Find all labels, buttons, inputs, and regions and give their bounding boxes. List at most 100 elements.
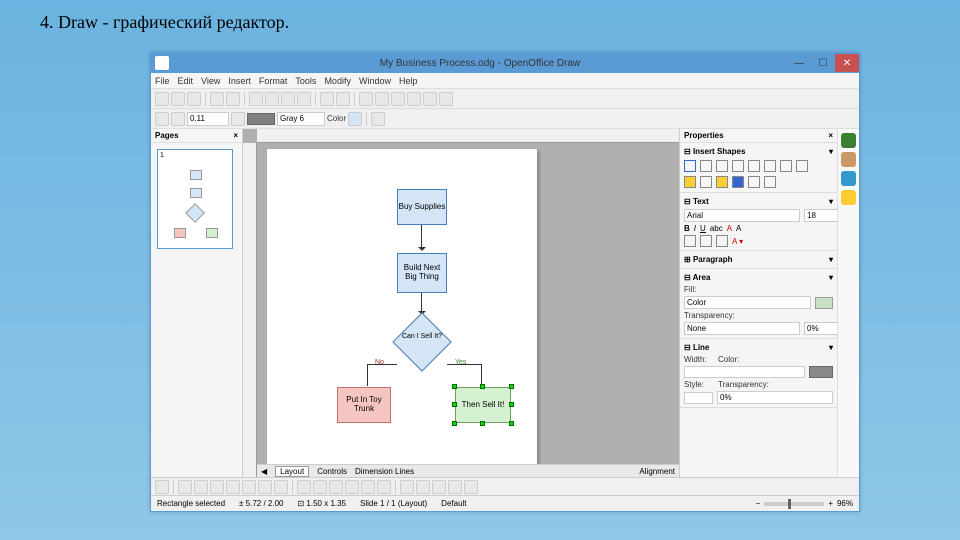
connector[interactable] — [421, 293, 422, 313]
table-icon[interactable] — [391, 92, 405, 106]
connector[interactable] — [481, 364, 482, 386]
connector[interactable] — [367, 364, 368, 386]
section-line[interactable]: Line — [693, 343, 709, 352]
area-color-icon[interactable] — [348, 112, 362, 126]
chart-icon[interactable] — [359, 92, 373, 106]
section-toggle-icon[interactable]: ▾ — [829, 255, 833, 264]
basic-shapes-icon[interactable] — [796, 160, 808, 172]
section-toggle-icon[interactable]: ▾ — [829, 197, 833, 206]
glue-tool-icon[interactable] — [416, 480, 430, 494]
callout-tool-icon[interactable] — [361, 480, 375, 494]
styles-tab-icon[interactable] — [841, 190, 856, 205]
font-effect-icon[interactable]: A ▾ — [732, 237, 743, 246]
line-color-swatch[interactable] — [809, 366, 833, 378]
menu-insert[interactable]: Insert — [228, 76, 251, 86]
hyperlink-icon[interactable] — [375, 92, 389, 106]
text-tool-icon[interactable] — [748, 160, 760, 172]
props-close-icon[interactable]: × — [828, 131, 833, 140]
shadow-icon[interactable] — [371, 112, 385, 126]
zoom-icon[interactable] — [423, 92, 437, 106]
pages-close-icon[interactable]: × — [233, 131, 238, 140]
navigator-icon[interactable] — [407, 92, 421, 106]
connector-tool-icon[interactable] — [274, 480, 288, 494]
flow-box-build[interactable]: Build Next Big Thing — [397, 253, 447, 293]
navigator-tab-icon[interactable] — [841, 171, 856, 186]
text-tool-icon[interactable] — [242, 480, 256, 494]
flow-decision[interactable] — [392, 312, 451, 371]
transparency-type-select[interactable] — [684, 322, 800, 335]
flowchart-shapes-icon[interactable] — [732, 176, 744, 188]
line-color-icon[interactable] — [231, 112, 245, 126]
maximize-button[interactable]: ☐ — [811, 54, 835, 72]
section-insert-shapes[interactable]: Insert Shapes — [693, 147, 745, 156]
bold-button[interactable]: B — [684, 224, 690, 233]
symbol-shapes-icon[interactable] — [684, 176, 696, 188]
points-tool-icon[interactable] — [400, 480, 414, 494]
tab-layout[interactable]: Layout — [275, 466, 309, 477]
menu-window[interactable]: Window — [359, 76, 391, 86]
menu-file[interactable]: File — [155, 76, 170, 86]
star-shapes-icon[interactable] — [716, 176, 728, 188]
extrusion-icon[interactable] — [464, 480, 478, 494]
block-arrows-icon[interactable] — [700, 176, 712, 188]
line-style-select[interactable] — [684, 392, 713, 404]
selection-handle[interactable] — [480, 421, 485, 426]
new-icon[interactable] — [155, 92, 169, 106]
selection-handle[interactable] — [452, 384, 457, 389]
arrow-tool-icon[interactable] — [700, 160, 712, 172]
connector[interactable] — [421, 225, 422, 249]
fill-type-select[interactable] — [684, 296, 811, 309]
curve-tool-icon[interactable] — [258, 480, 272, 494]
rect-tool-icon[interactable] — [716, 160, 728, 172]
tab-dimension[interactable]: Dimension Lines — [355, 467, 414, 476]
copy-icon[interactable] — [265, 92, 279, 106]
section-toggle-icon[interactable]: ▾ — [829, 343, 833, 352]
subscript-icon[interactable] — [700, 235, 712, 247]
flow-box-toytrunk[interactable]: Put In Toy Trunk — [337, 387, 391, 423]
tab-prev-icon[interactable]: ◀ — [261, 467, 267, 476]
minimize-button[interactable]: — — [787, 54, 811, 72]
star-tool-icon[interactable] — [377, 480, 391, 494]
connector[interactable] — [447, 364, 481, 365]
area-style-select[interactable] — [277, 112, 325, 126]
redo-icon[interactable] — [336, 92, 350, 106]
line-transparency-input[interactable] — [717, 391, 833, 404]
undo-icon[interactable] — [320, 92, 334, 106]
rectangle-tool-icon[interactable] — [210, 480, 224, 494]
flowchart-tool-icon[interactable] — [345, 480, 359, 494]
zoom-out-button[interactable]: − — [756, 499, 761, 508]
fill-color-swatch[interactable] — [247, 113, 275, 125]
callout-shapes-icon[interactable] — [748, 176, 760, 188]
arrow-style-icon[interactable] — [155, 112, 169, 126]
page-thumbnail[interactable]: 1 — [157, 149, 233, 249]
section-area[interactable]: Area — [693, 273, 711, 282]
selection-handle[interactable] — [480, 384, 485, 389]
section-toggle-icon[interactable]: ▾ — [829, 273, 833, 282]
3d-shapes-icon[interactable] — [764, 176, 776, 188]
font-size-input[interactable] — [804, 209, 837, 222]
ellipse-tool-icon[interactable] — [732, 160, 744, 172]
font-color-icon[interactable]: A — [727, 224, 732, 233]
paste-icon[interactable] — [281, 92, 295, 106]
transparency-value-input[interactable] — [804, 322, 837, 335]
canvas-area[interactable]: Buy Supplies Build Next Big Thing Can I … — [243, 129, 679, 477]
selection-handle[interactable] — [509, 384, 514, 389]
help-icon[interactable] — [439, 92, 453, 106]
italic-button[interactable]: I — [694, 224, 696, 233]
basic-shapes-tool-icon[interactable] — [297, 480, 311, 494]
zoom-in-button[interactable]: + — [828, 499, 833, 508]
format-paint-icon[interactable] — [297, 92, 311, 106]
superscript-icon[interactable] — [684, 235, 696, 247]
flow-box-sellit[interactable]: Then Sell It! — [455, 387, 511, 423]
close-button[interactable]: ✕ — [835, 54, 859, 72]
line-width-input[interactable] — [187, 112, 229, 126]
arrows-tool-icon[interactable] — [329, 480, 343, 494]
export-icon[interactable] — [210, 92, 224, 106]
fill-color-swatch[interactable] — [815, 297, 833, 309]
ellipse-tool-icon[interactable] — [226, 480, 240, 494]
selection-handle[interactable] — [452, 421, 457, 426]
menu-view[interactable]: View — [201, 76, 220, 86]
select-tool-icon[interactable] — [155, 480, 169, 494]
section-toggle-icon[interactable]: ▾ — [829, 147, 833, 156]
line-style-icon[interactable] — [171, 112, 185, 126]
